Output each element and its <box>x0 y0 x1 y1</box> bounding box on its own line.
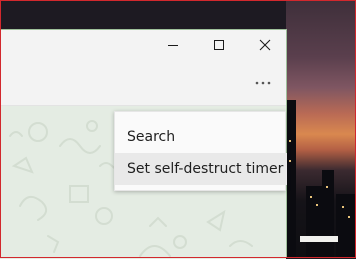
billboard-light <box>300 236 338 242</box>
building-window-light <box>310 196 312 198</box>
building <box>322 170 334 258</box>
close-icon <box>259 39 271 51</box>
context-menu: Search Set self-destruct timer <box>114 111 287 191</box>
minimize-icon <box>168 45 178 46</box>
title-bar <box>0 30 286 60</box>
desktop-wallpaper <box>286 0 356 258</box>
building <box>336 194 356 258</box>
maximize-icon <box>214 40 224 50</box>
building-window-light <box>348 216 350 218</box>
building-window-light <box>326 186 328 188</box>
menu-item-self-destruct-timer[interactable]: Set self-destruct timer <box>115 153 287 185</box>
close-button[interactable] <box>242 30 288 60</box>
building-window-light <box>342 206 344 208</box>
building-window-light <box>289 140 291 142</box>
building <box>306 186 322 258</box>
menu-item-search[interactable]: Search <box>115 121 287 153</box>
more-horizontal-icon <box>255 81 271 85</box>
building-window-light <box>316 204 318 206</box>
minimize-button[interactable] <box>150 30 196 60</box>
more-options-button[interactable] <box>248 70 278 96</box>
maximize-button[interactable] <box>196 30 242 60</box>
chat-header <box>0 60 286 106</box>
building-window-light <box>289 160 291 162</box>
building <box>286 100 296 258</box>
